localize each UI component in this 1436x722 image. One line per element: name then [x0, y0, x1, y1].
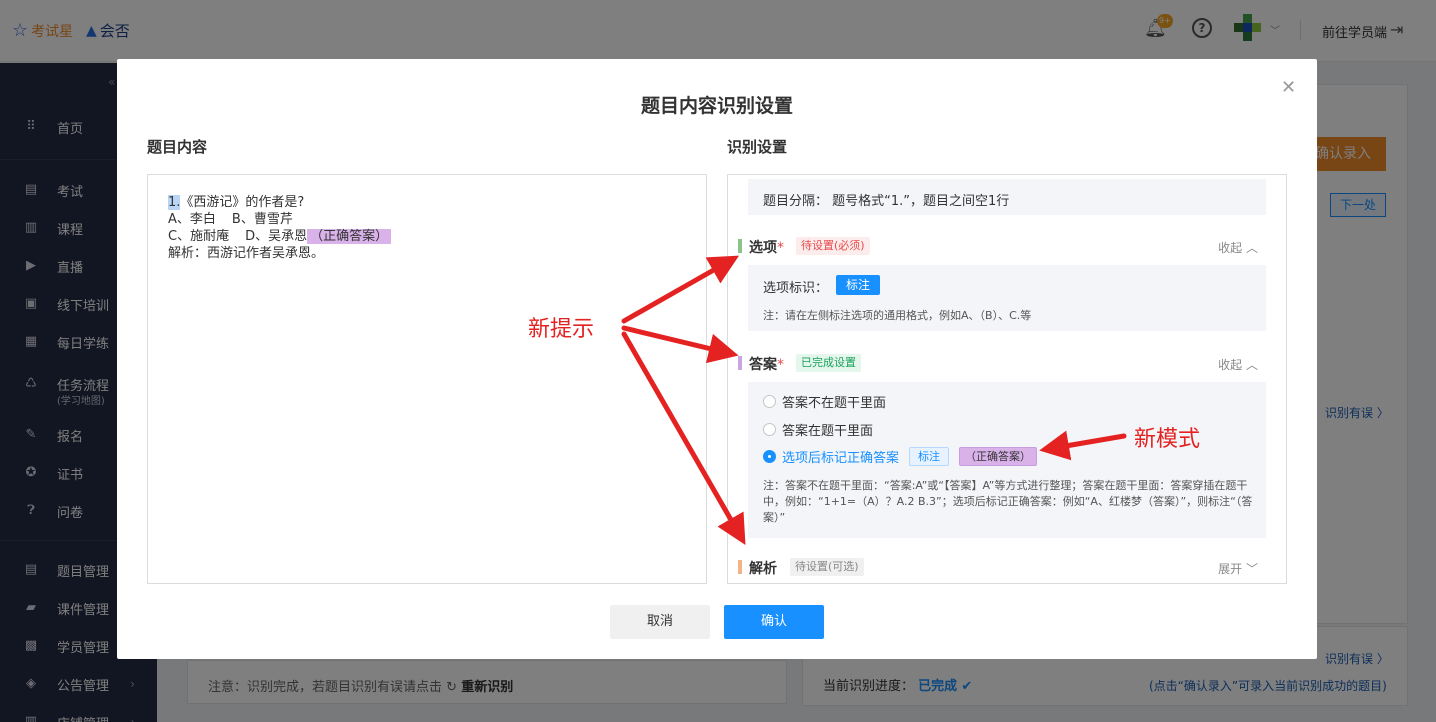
answer-group-bar	[738, 356, 742, 370]
answer-collapse-toggle[interactable]: 收起 ︿	[1218, 356, 1258, 373]
answer-group-body: 答案不在题干里面 答案在题干里面 选项后标记正确答案 标注 （正确答案） 注：答…	[748, 382, 1266, 538]
option-mark-label: 选项标识：	[763, 281, 829, 296]
recognition-settings-heading: 识别设置	[727, 138, 788, 156]
answer-mark-chip: （正确答案）	[959, 446, 1038, 466]
option-b: B、曹雪芹	[231, 212, 293, 227]
analysis-group-bar	[738, 560, 742, 574]
separator-text: 题目分隔： 题号格式“1.”，题目之间空1行	[763, 194, 1010, 209]
options-group-bar	[738, 239, 742, 253]
answer-group-header[interactable]: 答案* 已完成设置 收起 ︿	[738, 352, 1268, 374]
options-group-body: 选项标识： 标注 注：请在左侧标注选项的通用格式，例如A、（B）、C.等	[748, 265, 1266, 331]
analysis-status-badge: 待设置(可选)	[790, 558, 864, 576]
options-group-header[interactable]: 选项* 待设置(必须) 收起 ︿	[738, 235, 1268, 257]
question-content-editor[interactable]: 1.《西游记》的作者是? A、李白 B、曹雪芹 C、施耐庵 D、吴承恩 （正确答案） …	[147, 174, 707, 584]
confirm-button[interactable]: 确认	[724, 605, 824, 639]
radio-label: 答案不在题干里面	[782, 395, 887, 411]
question-content-heading: 题目内容	[147, 138, 208, 156]
options-collapse-toggle[interactable]: 收起 ︿	[1218, 239, 1258, 256]
cancel-button[interactable]: 取消	[610, 605, 710, 639]
answer-note: 注：答案不在题干里面：“答案:A”或“【答案】A”等方式进行整理；答案在题干里面…	[763, 479, 1253, 524]
correct-answer-mark: （正确答案）	[307, 229, 392, 244]
option-c: C、施耐庵	[168, 229, 230, 244]
close-icon[interactable]: ✕	[1281, 77, 1296, 98]
answer-in-stem-option[interactable]: 答案在题干里面	[763, 420, 874, 439]
radio-label: 选项后标记正确答案	[782, 450, 900, 466]
answer-mark-button[interactable]: 标注	[909, 446, 950, 466]
answer-status-badge: 已完成设置	[796, 354, 861, 372]
radio-button[interactable]	[763, 422, 776, 436]
radio-label: 答案在题干里面	[782, 423, 874, 439]
modal-title: 题目内容识别设置	[640, 95, 793, 117]
answer-not-in-stem-option[interactable]: 答案不在题干里面	[763, 392, 887, 411]
mark-after-option-option[interactable]: 选项后标记正确答案 标注 （正确答案）	[763, 446, 1038, 466]
question-number: 1.	[168, 195, 181, 210]
analysis-text: 解析：西游记作者吴承恩。	[168, 246, 325, 261]
option-d: D、吴承恩	[245, 229, 308, 244]
answer-group-title: 答案*	[749, 357, 784, 373]
options-note: 注：请在左侧标注选项的通用格式，例如A、（B）、C.等	[763, 309, 1032, 322]
editor-text[interactable]: 1.《西游记》的作者是? A、李白 B、曹雪芹 C、施耐庵 D、吴承恩 （正确答案） …	[168, 194, 392, 262]
question-stem: 《西游记》的作者是?	[180, 195, 305, 210]
separator-setting: 题目分隔： 题号格式“1.”，题目之间空1行	[748, 179, 1266, 215]
option-a: A、李白	[168, 212, 216, 227]
option-mark-button[interactable]: 标注	[836, 275, 880, 295]
radio-button-selected[interactable]	[763, 449, 776, 463]
new-mode-annotation: 新模式	[1134, 427, 1201, 452]
recognition-settings-panel: 题目分隔： 题号格式“1.”，题目之间空1行 选项* 待设置(必须) 收起 ︿ …	[727, 174, 1287, 584]
radio-button[interactable]	[763, 394, 776, 408]
recognition-settings-modal: 题目内容识别设置 ✕ 题目内容 识别设置 1.《西游记》的作者是? A、李白 B、…	[117, 59, 1317, 659]
analysis-group-title: 解析	[749, 561, 777, 577]
analysis-group-header[interactable]: 解析 待设置(可选) 展开 ﹀	[738, 556, 1268, 578]
new-hint-annotation: 新提示	[528, 317, 595, 342]
options-group-title: 选项*	[749, 240, 784, 256]
options-status-badge: 待设置(必须)	[796, 237, 870, 255]
analysis-expand-toggle[interactable]: 展开 ﹀	[1218, 560, 1258, 577]
